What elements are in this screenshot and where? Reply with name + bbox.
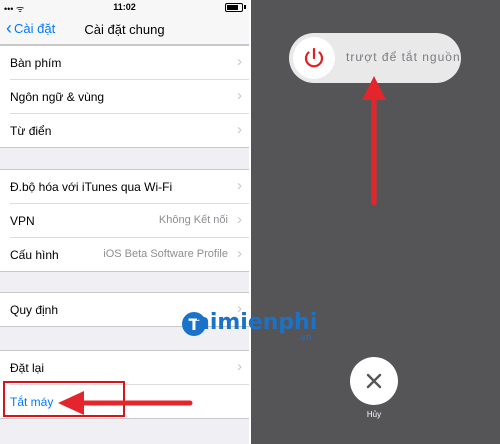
annotation-arrows (58, 76, 386, 415)
arrow-up-head (362, 76, 386, 100)
arrow-left-head (58, 391, 84, 415)
